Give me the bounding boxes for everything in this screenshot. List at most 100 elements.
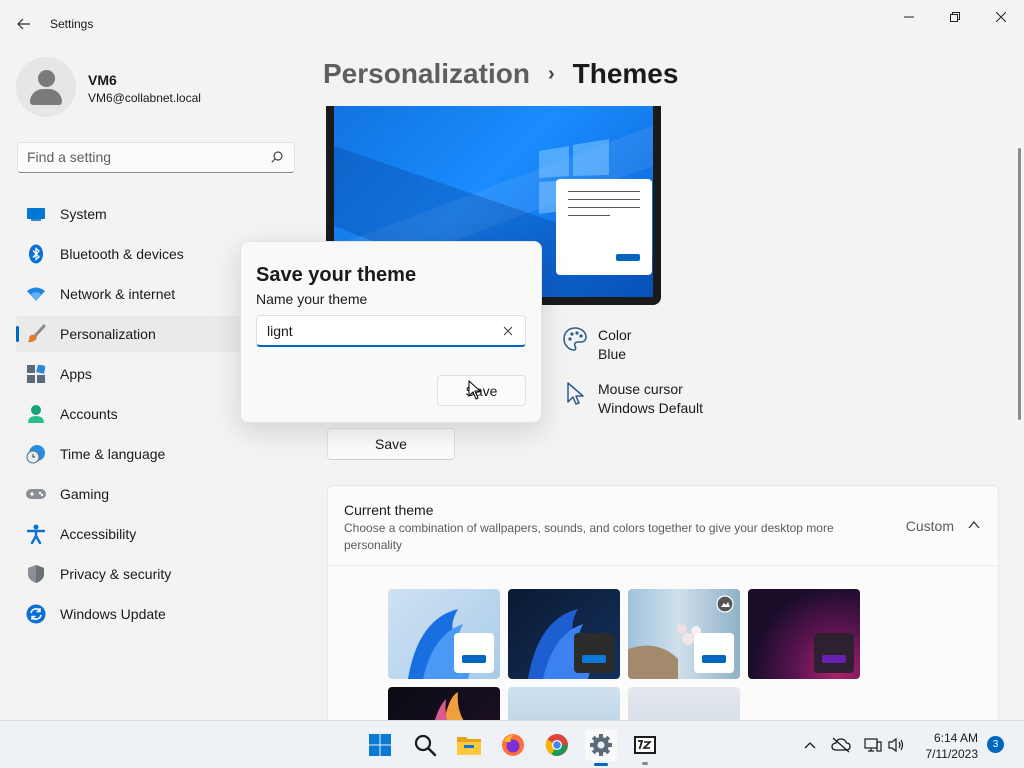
search-icon — [414, 734, 437, 757]
scrollbar[interactable] — [1018, 148, 1021, 420]
avatar[interactable] — [16, 57, 76, 117]
taskbar-clock[interactable]: 6:14 AM 7/11/2023 — [912, 730, 979, 762]
start-icon — [369, 734, 391, 756]
current-theme-value: Custom — [905, 518, 954, 534]
maximize-icon — [950, 12, 960, 22]
taskbar-chrome[interactable] — [541, 729, 573, 761]
clock-globe-icon — [26, 444, 46, 464]
color-setting[interactable]: Color Blue — [562, 326, 631, 364]
preview-window — [556, 179, 652, 275]
wifi-icon — [26, 284, 46, 304]
clock-time: 6:14 AM — [933, 731, 978, 745]
mouse-cursor-setting[interactable]: Mouse cursor Windows Default — [562, 380, 703, 418]
theme-thumbnail-flowers[interactable] — [628, 589, 740, 679]
preview-line — [568, 215, 610, 216]
volume-tray[interactable] — [886, 735, 906, 755]
color-text: Color Blue — [598, 326, 631, 364]
network-tray[interactable] — [863, 735, 883, 755]
sidebar-item-label: Network & internet — [60, 286, 176, 302]
bluetooth-icon — [26, 244, 46, 264]
start-button[interactable] — [364, 729, 396, 761]
chrome-icon — [545, 734, 568, 756]
sidebar-item-label: Accounts — [60, 406, 118, 422]
show-hidden-icons-button[interactable] — [800, 735, 820, 755]
avatar-body — [30, 89, 62, 105]
theme-name-input[interactable] — [267, 323, 487, 339]
breadcrumb-parent[interactable]: Personalization — [323, 58, 530, 90]
sidebar-item-gaming[interactable]: Gaming — [16, 476, 296, 512]
update-icon — [26, 604, 46, 624]
taskbar-search-button[interactable] — [409, 729, 441, 761]
save-theme-dialog: Save your theme Name your theme Save — [240, 241, 542, 423]
sidebar-item-system[interactable]: System — [16, 196, 296, 232]
search-icon — [271, 151, 283, 163]
chevron-up-icon[interactable] — [968, 520, 980, 530]
sidebar-item-label: Privacy & security — [60, 566, 172, 582]
slideshow-icon — [716, 595, 734, 613]
cursor-title: Mouse cursor — [598, 381, 683, 397]
theme-mini-window — [814, 633, 854, 673]
shield-icon — [26, 564, 46, 584]
cloud-offline-icon — [831, 737, 851, 753]
theme-mini-window — [574, 633, 614, 673]
theme-thumbnail-glow[interactable] — [748, 589, 860, 679]
dialog-label: Name your theme — [256, 291, 368, 307]
onedrive-tray[interactable] — [831, 735, 851, 755]
cursor-text: Mouse cursor Windows Default — [598, 380, 703, 418]
taskbar-settings[interactable] — [585, 729, 617, 766]
palette-icon — [563, 327, 587, 351]
sidebar-item-label: Time & language — [60, 446, 166, 462]
mouse-cursor-icon — [468, 380, 482, 400]
theme-name-field[interactable] — [256, 315, 526, 347]
sidebar-item-windows-update[interactable]: Windows Update — [16, 596, 296, 632]
sidebar-item-privacy-security[interactable]: Privacy & security — [16, 556, 296, 592]
back-button[interactable] — [10, 10, 38, 38]
maximize-button[interactable] — [932, 4, 978, 30]
settings-icon — [590, 734, 612, 756]
theme-mini-window — [454, 633, 494, 673]
minimize-button[interactable] — [886, 4, 932, 30]
back-arrow-icon — [17, 18, 30, 30]
current-theme-header[interactable]: Current theme Choose a combination of wa… — [328, 486, 998, 566]
chevron-up-icon — [804, 742, 816, 749]
sidebar-item-time-language[interactable]: Time & language — [16, 436, 296, 472]
user-email: VM6@collabnet.local — [88, 91, 201, 105]
clock-date: 7/11/2023 — [925, 747, 979, 761]
taskbar-firefox[interactable] — [497, 729, 529, 761]
app-title: Settings — [50, 17, 94, 31]
active-app-indicator — [594, 763, 608, 766]
preview-line — [568, 191, 640, 192]
cursor-value: Windows Default — [598, 400, 704, 416]
sidebar-item-label: Gaming — [60, 486, 110, 502]
clear-icon[interactable] — [503, 326, 513, 336]
title-bar: Settings — [0, 0, 1024, 48]
search-input[interactable] — [27, 149, 257, 165]
current-theme-description: Choose a combination of wallpapers, soun… — [344, 521, 834, 552]
taskbar-file-explorer[interactable] — [453, 729, 485, 761]
close-button[interactable] — [978, 4, 1024, 30]
avatar-head — [38, 70, 55, 87]
sidebar-item-label: Apps — [60, 366, 92, 382]
file-explorer-icon — [457, 737, 481, 755]
sidebar-item-label: System — [60, 206, 107, 222]
user-name: VM6 — [88, 72, 117, 88]
mouse-pointer-icon — [567, 382, 584, 405]
sidebar-item-label: Accessibility — [60, 526, 137, 542]
network-icon — [864, 738, 882, 752]
notification-badge[interactable]: 3 — [987, 736, 1004, 753]
system-icon — [26, 204, 46, 224]
search-box[interactable] — [17, 142, 295, 173]
theme-thumbnail-windows-dark[interactable] — [508, 589, 620, 679]
breadcrumb: Personalization › Themes — [323, 58, 678, 90]
theme-mini-window — [694, 633, 734, 673]
color-value: Blue — [598, 346, 627, 362]
current-theme-title: Current theme — [344, 502, 434, 518]
page-title: Themes — [572, 58, 679, 89]
sidebar-item-accessibility[interactable]: Accessibility — [16, 516, 296, 552]
preview-line — [568, 199, 640, 200]
apps-icon — [26, 364, 46, 384]
theme-thumbnail-windows-light[interactable] — [388, 589, 500, 679]
speaker-icon — [888, 737, 904, 753]
taskbar-7zip[interactable] — [629, 729, 661, 765]
save-theme-button[interactable]: Save — [327, 428, 455, 460]
